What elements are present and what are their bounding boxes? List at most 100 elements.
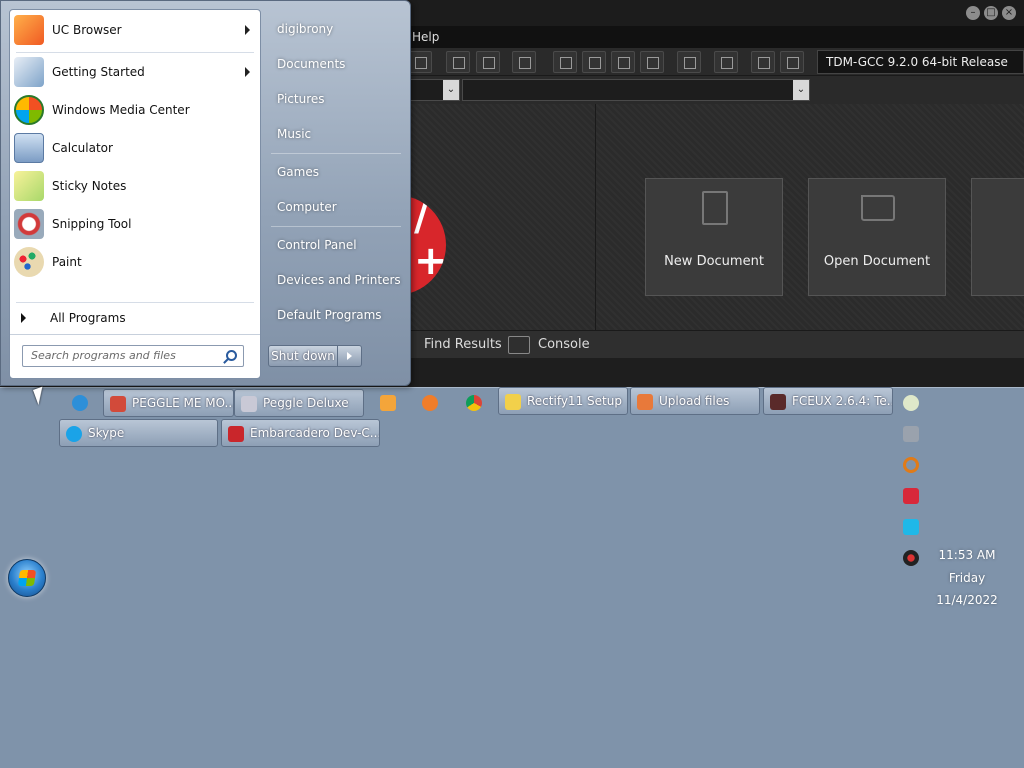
search-input[interactable]: Search programs and files [22, 345, 244, 367]
tile-label: New Document [664, 254, 764, 269]
member-combo[interactable]: ⌄ [462, 79, 810, 101]
start-menu: UC Browser Getting Started Windows Media… [0, 0, 411, 386]
class-combo[interactable]: ⌄ [410, 79, 460, 101]
place-devices-printers[interactable]: Devices and Printers [265, 266, 405, 294]
devcpp-icon [228, 426, 244, 442]
chevron-down-icon[interactable]: ⌄ [793, 80, 809, 100]
divider [16, 302, 254, 303]
taskbar-button-label: Rectify11 Setup [527, 394, 622, 408]
sticky-notes-icon [14, 171, 44, 201]
settings-icon[interactable] [903, 426, 919, 442]
search-icon[interactable] [226, 350, 237, 361]
chevron-down-icon[interactable]: ⌄ [443, 80, 459, 100]
menu-help[interactable]: Help [412, 30, 439, 44]
taskbar-button-devcpp[interactable]: Embarcadero Dev-C... [221, 419, 380, 447]
chrome-icon[interactable] [458, 389, 490, 417]
place-computer[interactable]: Computer [265, 193, 405, 221]
check-icon[interactable] [677, 51, 701, 73]
taskbar-button-label: Skype [88, 426, 125, 440]
program-calculator[interactable]: Calculator [10, 130, 260, 166]
place-music[interactable]: Music [265, 120, 405, 148]
programs-pane: UC Browser Getting Started Windows Media… [9, 9, 261, 379]
comment-icon[interactable] [512, 51, 536, 73]
grid-dots-icon[interactable] [640, 51, 664, 73]
chevron-right-icon [245, 25, 250, 35]
shutdown-options-button[interactable] [338, 345, 362, 367]
snipping-tool-icon [14, 209, 44, 239]
delete-icon[interactable] [780, 51, 804, 73]
media-player-icon[interactable] [372, 389, 404, 417]
all-programs-label: All Programs [50, 311, 126, 325]
window-icon[interactable] [582, 51, 606, 73]
monitor-icon[interactable] [903, 519, 919, 535]
program-uc-browser[interactable]: UC Browser [10, 12, 260, 48]
tile-icon[interactable] [553, 51, 577, 73]
indent-icon[interactable] [446, 51, 470, 73]
taskbar-button-upload-files[interactable]: Upload files [630, 387, 760, 415]
place-user[interactable]: digibrony [265, 15, 405, 43]
compiler-select[interactable]: TDM-GCC 9.2.0 64-bit Release [817, 50, 1024, 74]
taskbar-button-peggle[interactable]: PEGGLE ME MO... [103, 389, 234, 417]
internet-explorer-icon[interactable] [64, 389, 96, 417]
tile-label: Open Document [823, 254, 931, 269]
open-document-tile[interactable]: Open Document [808, 178, 946, 296]
program-label: Windows Media Center [52, 103, 190, 117]
clock-day[interactable]: Friday [925, 571, 1009, 585]
paint-icon [14, 247, 44, 277]
skype-icon [66, 426, 82, 442]
taskbar-button-skype[interactable]: Skype [59, 419, 218, 447]
calculator-icon [14, 133, 44, 163]
getting-started-icon [14, 57, 44, 87]
chart-icon[interactable] [751, 51, 775, 73]
clock-time[interactable]: 11:53 AM [925, 548, 1009, 562]
grid-icon[interactable] [611, 51, 635, 73]
minimize-icon[interactable]: – [966, 6, 980, 20]
program-paint[interactable]: Paint [10, 244, 260, 280]
place-default-programs[interactable]: Default Programs [265, 301, 405, 329]
taskbar-button-peggle-deluxe[interactable]: Peggle Deluxe [234, 389, 364, 417]
place-pictures[interactable]: Pictures [265, 85, 405, 113]
taskbar-button-fceux[interactable]: FCEUX 2.6.4: Te... [763, 387, 893, 415]
program-label: Calculator [52, 141, 113, 155]
program-label: Snipping Tool [52, 217, 132, 231]
tab-label: Console [538, 337, 590, 352]
more-tile[interactable] [971, 178, 1024, 296]
peggle-icon [110, 396, 126, 412]
folder-icon [861, 195, 895, 221]
program-label: Paint [52, 255, 82, 269]
network-icon[interactable] [903, 395, 919, 411]
close-icon[interactable]: × [1002, 6, 1016, 20]
start-button[interactable] [8, 559, 46, 597]
all-programs-button[interactable]: All Programs [10, 306, 260, 330]
cancel-icon[interactable] [714, 51, 738, 73]
program-getting-started[interactable]: Getting Started [10, 54, 260, 90]
rectify11-icon [505, 394, 521, 410]
tab-find-results[interactable]: Find Results [404, 331, 502, 359]
program-media-center[interactable]: Windows Media Center [10, 92, 260, 128]
divider [271, 153, 401, 154]
divider [16, 52, 254, 53]
shutdown-button[interactable]: Shut down [268, 345, 338, 367]
place-control-panel[interactable]: Control Panel [265, 231, 405, 259]
flag-icon[interactable] [903, 488, 919, 504]
unindent-icon[interactable] [476, 51, 500, 73]
place-documents[interactable]: Documents [265, 50, 405, 78]
media-center-icon [14, 95, 44, 125]
program-snipping-tool[interactable]: Snipping Tool [10, 206, 260, 242]
tab-console[interactable]: Console [508, 331, 590, 359]
peggle-deluxe-icon [241, 396, 257, 412]
arrow-icon[interactable] [408, 51, 432, 73]
search-icon[interactable] [903, 457, 919, 473]
place-games[interactable]: Games [265, 158, 405, 186]
program-sticky-notes[interactable]: Sticky Notes [10, 168, 260, 204]
clock-date[interactable]: 11/4/2022 [925, 593, 1009, 607]
taskbar-button-rectify11[interactable]: Rectify11 Setup [498, 387, 628, 415]
new-document-tile[interactable]: New Document [645, 178, 783, 296]
uc-browser-icon[interactable] [414, 389, 446, 417]
program-label: Sticky Notes [52, 179, 127, 193]
taskbar-button-label: Upload files [659, 394, 730, 408]
upload-icon [637, 394, 653, 410]
speaker-icon[interactable] [903, 550, 919, 566]
restore-icon[interactable]: □ [984, 6, 998, 20]
program-label: UC Browser [52, 23, 122, 37]
